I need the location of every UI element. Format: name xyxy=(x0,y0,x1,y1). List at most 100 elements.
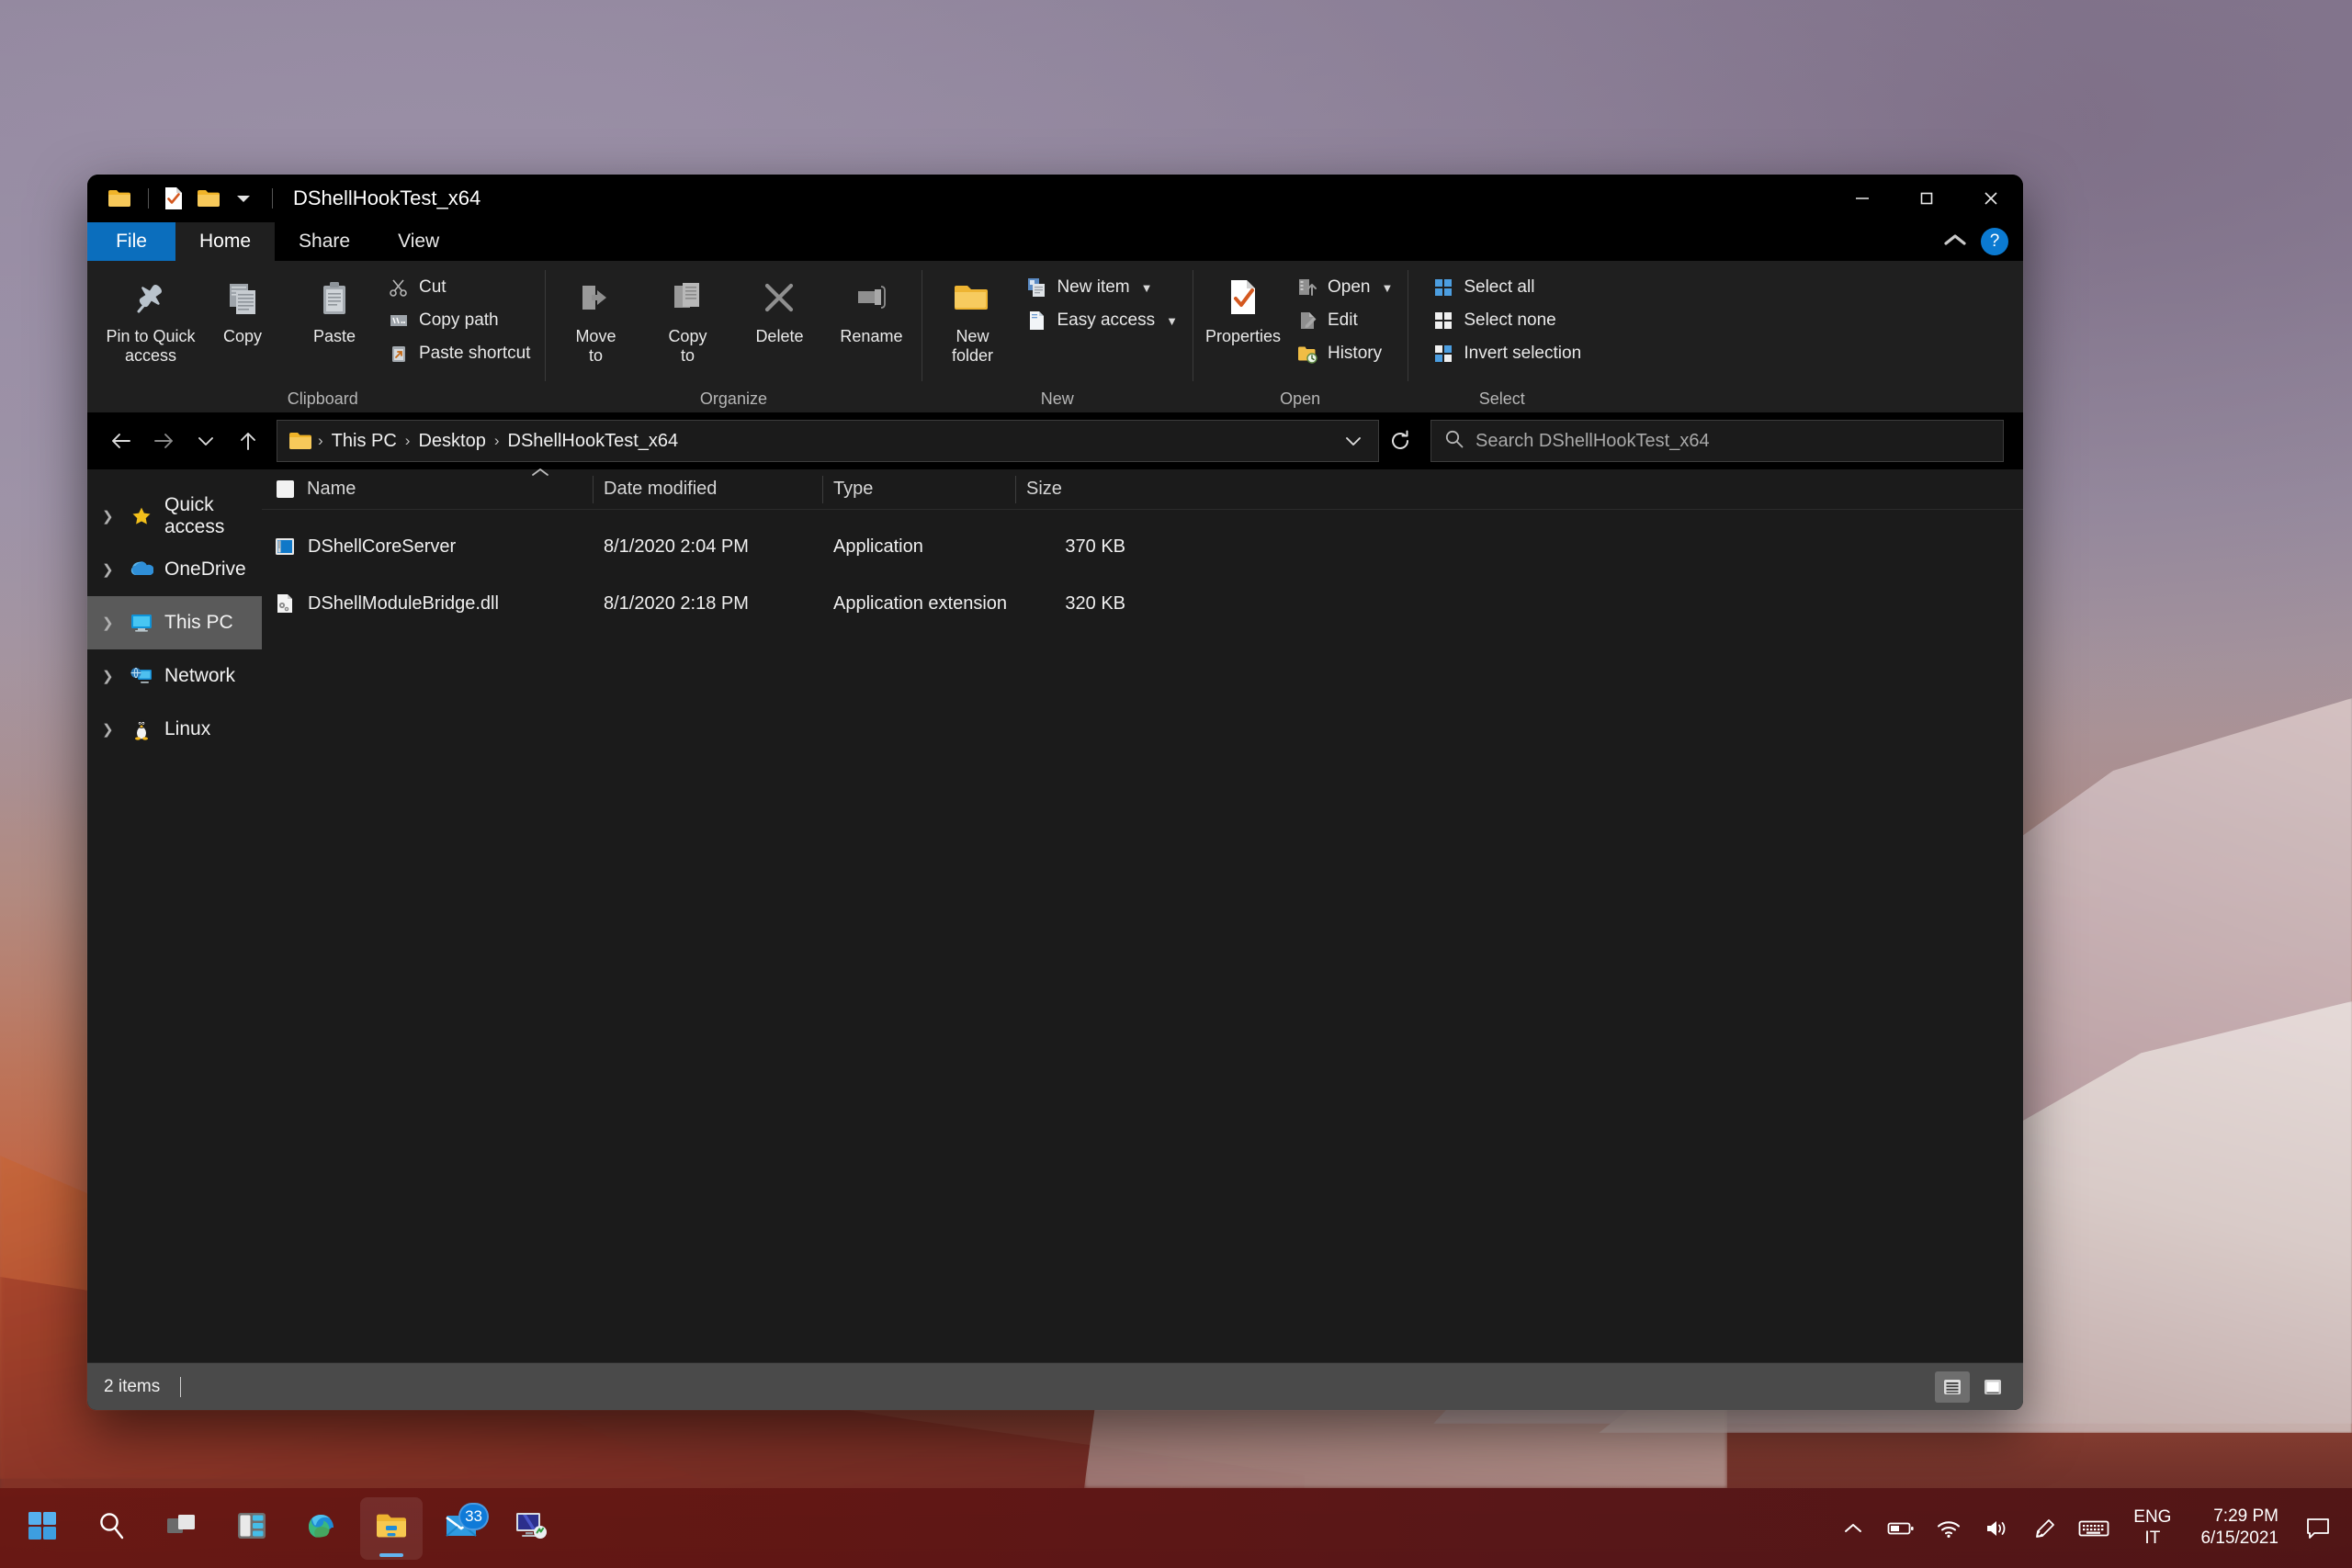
back-button[interactable] xyxy=(100,421,142,461)
copy-path-button[interactable]: Copy path xyxy=(381,305,539,336)
new-item-label: New item xyxy=(1057,277,1129,298)
close-button[interactable] xyxy=(1959,175,2023,222)
paste-shortcut-button[interactable]: Paste shortcut xyxy=(381,338,539,369)
maximize-button[interactable] xyxy=(1894,175,1959,222)
task-view-button[interactable] xyxy=(151,1497,213,1560)
group-label-clipboard: Clipboard xyxy=(106,385,539,412)
file-explorer-button[interactable] xyxy=(360,1497,423,1560)
paste-shortcut-icon xyxy=(387,342,411,366)
copy-button[interactable]: Copy xyxy=(198,268,288,346)
up-button[interactable] xyxy=(227,421,269,461)
breadcrumb-item-current[interactable]: DShellHookTest_x64 xyxy=(502,427,685,456)
breadcrumb-item-this-pc[interactable]: This PC xyxy=(325,427,403,456)
file-explorer-icon xyxy=(375,1511,408,1545)
refresh-button[interactable] xyxy=(1379,421,1421,461)
tab-share[interactable]: Share xyxy=(275,222,374,261)
keyboard-icon[interactable] xyxy=(2071,1500,2117,1557)
sidebar-item-this-pc[interactable]: ❯ This PC xyxy=(87,596,262,649)
open-button[interactable]: Open ▼ xyxy=(1290,272,1402,303)
select-all-checkbox[interactable] xyxy=(277,480,294,498)
minimize-button[interactable] xyxy=(1830,175,1894,222)
folder-icon[interactable] xyxy=(104,183,135,214)
invert-selection-button[interactable]: Invert selection xyxy=(1426,338,1590,369)
delete-button[interactable]: Delete xyxy=(734,268,824,346)
open-icon xyxy=(1295,276,1319,299)
column-header-date-modified[interactable]: Date modified xyxy=(593,469,822,510)
paste-button[interactable]: Paste xyxy=(289,268,379,346)
history-button[interactable]: History xyxy=(1290,338,1402,369)
move-to-button[interactable]: Move to xyxy=(550,268,640,366)
chevron-down-icon-3: ▼ xyxy=(1381,281,1393,295)
chevron-right-icon-4[interactable]: ❯ xyxy=(102,668,119,684)
tab-file[interactable]: File xyxy=(87,222,175,261)
new-folder-icon[interactable] xyxy=(193,183,224,214)
column-header-type[interactable]: Type xyxy=(822,469,1015,510)
group-label-organize: Organize xyxy=(550,385,916,412)
cut-label: Cut xyxy=(419,277,447,298)
help-button[interactable]: ? xyxy=(1981,228,2008,255)
recent-locations-button[interactable] xyxy=(185,421,227,461)
cut-button[interactable]: Cut xyxy=(381,272,539,303)
chevron-right-icon[interactable]: ❯ xyxy=(102,508,119,525)
table-row[interactable]: DShellModuleBridge.dll 8/1/2020 2:18 PM … xyxy=(262,581,2023,626)
column-header-size[interactable]: Size xyxy=(1015,469,1135,510)
running-indicator xyxy=(379,1553,403,1557)
properties-icon[interactable] xyxy=(158,183,189,214)
breadcrumb-item-desktop[interactable]: Desktop xyxy=(412,427,492,456)
pin-to-quick-access-button[interactable]: Pin to Quick access xyxy=(106,268,196,366)
sidebar-item-network[interactable]: ❯ Network xyxy=(87,649,262,703)
address-dropdown-icon[interactable] xyxy=(1336,423,1371,458)
file-date-cell: 8/1/2020 2:18 PM xyxy=(593,593,822,615)
widgets-button[interactable] xyxy=(220,1497,283,1560)
search-button[interactable] xyxy=(81,1497,143,1560)
sidebar-item-quick-access[interactable]: ❯ Quick access xyxy=(87,490,262,543)
forward-button[interactable] xyxy=(142,421,185,461)
volume-icon[interactable] xyxy=(1975,1500,2018,1557)
sidebar-label-this-pc: This PC xyxy=(164,612,233,634)
breadcrumb[interactable]: › This PC › Desktop › DShellHookTest_x64 xyxy=(277,420,1379,462)
notification-center-button[interactable] xyxy=(2297,1500,2339,1557)
mail-button[interactable]: 33 xyxy=(430,1497,492,1560)
properties-button[interactable]: Properties xyxy=(1198,268,1288,346)
battery-icon[interactable] xyxy=(1880,1500,1922,1557)
wifi-icon[interactable] xyxy=(1928,1500,1970,1557)
table-row[interactable]: DShellCoreServer 8/1/2020 2:04 PM Applic… xyxy=(262,525,2023,569)
rename-button[interactable]: Rename xyxy=(826,268,916,346)
edge-button[interactable] xyxy=(290,1497,353,1560)
select-none-button[interactable]: Select none xyxy=(1426,305,1590,336)
language-indicator[interactable]: ENG IT xyxy=(2122,1500,2182,1557)
new-folder-button[interactable]: New folder xyxy=(927,268,1017,366)
clock[interactable]: 7:29 PM 6/15/2021 xyxy=(2188,1500,2291,1557)
customize-qat-caret-icon[interactable] xyxy=(228,183,259,214)
language-secondary: IT xyxy=(2144,1529,2160,1549)
chevron-right-icon-5[interactable]: ❯ xyxy=(102,721,119,738)
remote-desktop-button[interactable] xyxy=(500,1497,562,1560)
quick-access-toolbar: DShellHookTest_x64 xyxy=(87,183,481,214)
column-label-name: Name xyxy=(307,479,356,500)
tab-view[interactable]: View xyxy=(374,222,463,261)
ribbon-group-open: Properties Open ▼ Edit xyxy=(1193,261,1408,412)
tray-overflow-button[interactable] xyxy=(1832,1500,1874,1557)
title-bar: DShellHookTest_x64 xyxy=(87,175,2023,222)
chevron-right-icon-2[interactable]: ❯ xyxy=(102,561,119,578)
search-icon xyxy=(1444,429,1464,454)
tab-home[interactable]: Home xyxy=(175,222,275,261)
item-count-label: 2 items xyxy=(104,1377,160,1397)
details-view-button[interactable] xyxy=(1935,1371,1970,1403)
new-item-button[interactable]: New item ▼ xyxy=(1019,272,1187,303)
start-button[interactable] xyxy=(11,1497,74,1560)
copy-to-button[interactable]: Copy to xyxy=(642,268,732,366)
search-input[interactable]: Search DShellHookTest_x64 xyxy=(1430,420,2004,462)
pen-icon[interactable] xyxy=(2023,1500,2065,1557)
sidebar-item-onedrive[interactable]: ❯ OneDrive xyxy=(87,543,262,596)
select-all-button[interactable]: Select all xyxy=(1426,272,1590,303)
chevron-up-icon[interactable] xyxy=(1942,231,1968,253)
large-icons-view-button[interactable] xyxy=(1975,1371,2010,1403)
qat-divider xyxy=(148,188,149,209)
easy-access-button[interactable]: Easy access ▼ xyxy=(1019,305,1187,336)
sidebar-item-linux[interactable]: ❯ Linux xyxy=(87,703,262,756)
new-item-icon xyxy=(1024,276,1048,299)
chevron-right-icon-3[interactable]: ❯ xyxy=(102,615,119,631)
column-label-type: Type xyxy=(833,479,873,500)
edit-button[interactable]: Edit xyxy=(1290,305,1402,336)
